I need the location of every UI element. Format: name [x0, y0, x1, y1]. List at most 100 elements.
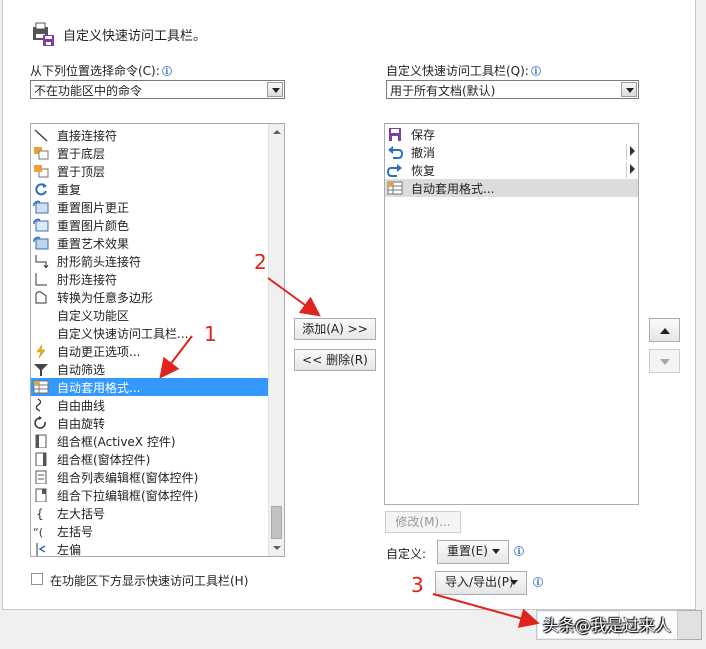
left-brace-icon: { — [36, 507, 44, 520]
qat-list-item[interactable]: 保存 — [385, 125, 638, 143]
combobox-icon — [35, 434, 47, 448]
commands-list-item[interactable]: {左大括号 — [31, 504, 268, 522]
commands-list-item[interactable]: 自定义快速访问工具栏... — [31, 324, 268, 342]
freeform-icon — [35, 291, 47, 304]
commands-scrollbar[interactable] — [268, 124, 284, 556]
commands-list-item-label: 重置图片更正 — [57, 201, 130, 215]
commands-list-item[interactable]: 置于顶层 — [31, 162, 268, 180]
remove-button[interactable]: << 删除(R) — [294, 349, 376, 371]
autoformat-icon — [33, 380, 49, 394]
commands-list-item[interactable]: 转换为任意多边形 — [31, 288, 268, 306]
combo-list-icon — [35, 470, 47, 484]
reset-color-icon — [33, 218, 49, 232]
commands-list-item[interactable]: 置于底层 — [31, 144, 268, 162]
commands-list-item[interactable]: 自定义功能区 — [31, 306, 268, 324]
svg-text:{: { — [36, 507, 44, 520]
info-icon: i — [514, 546, 524, 556]
commands-list-item[interactable]: 直接连接符 — [31, 126, 268, 144]
commands-list-item[interactable]: 自由曲线 — [31, 396, 268, 414]
commands-list-item-label: 自动筛选 — [57, 363, 106, 377]
customize-qat-combo[interactable]: 用于所有文档(默认) — [386, 80, 639, 99]
reset-effect-icon — [33, 236, 49, 250]
add-button[interactable]: 添加(A) >> — [294, 318, 376, 340]
commands-list-item[interactable]: 重置图片颜色 — [31, 216, 268, 234]
qat-list-item-label: 撤消 — [411, 146, 436, 160]
save-icon — [389, 128, 401, 141]
choose-commands-value: 不在功能区中的命令 — [34, 84, 143, 98]
info-icon: i — [161, 66, 172, 76]
commands-list-item[interactable]: “(左括号 — [31, 522, 268, 540]
move-down-button[interactable] — [649, 349, 680, 373]
commands-list[interactable]: 左偏 “(左括号 {左大括号 组合下拉编辑框(窗体控件) 组合列表编辑框(窗体控件) 组合… — [30, 123, 285, 557]
commands-list-item[interactable]: 组合框(ActiveX 控件) — [31, 432, 268, 450]
commands-list-item-label: 自定义功能区 — [57, 309, 130, 323]
modify-button[interactable]: 修改(M)... — [385, 511, 461, 533]
commands-list-item[interactable]: 组合下拉编辑框(窗体控件) — [31, 486, 268, 504]
commands-list-item-label: 自动套用格式... — [57, 381, 141, 395]
commands-list-item[interactable]: 自动套用格式... — [31, 378, 268, 396]
import-export-button[interactable]: 导入/导出(P) — [435, 571, 527, 595]
customize-label: 自定义: — [386, 547, 427, 561]
commands-list-item[interactable]: 自动筛选 — [31, 360, 268, 378]
commands-list-item-label: 重复 — [57, 183, 82, 197]
commands-list-item-label: 组合列表编辑框(窗体控件) — [57, 471, 199, 485]
commands-list-item-label: 重置艺术效果 — [57, 237, 130, 251]
annotation-1: 1 — [204, 322, 217, 346]
send-to-back-icon — [34, 147, 49, 160]
lightning-icon — [36, 344, 46, 358]
commands-list-item[interactable]: 肘形箭头连接符 — [31, 252, 268, 270]
rotate-icon — [34, 416, 46, 429]
commands-list-item[interactable]: 重置图片更正 — [31, 198, 268, 216]
commands-list-item[interactable]: 重置艺术效果 — [31, 234, 268, 252]
scroll-thumb[interactable] — [271, 506, 282, 539]
chevron-down-icon[interactable] — [621, 82, 637, 97]
info-icon: i — [530, 66, 541, 76]
qat-list-item[interactable]: 恢复 — [385, 161, 638, 179]
qat-list-item[interactable]: 撤消 — [385, 143, 638, 161]
chevron-down-icon — [492, 549, 500, 554]
commands-list-item-label: 组合框(窗体控件) — [57, 453, 151, 467]
info-icon: i — [533, 577, 543, 587]
commands-list-item-label: 肘形连接符 — [57, 273, 118, 287]
annotation-2: 2 — [254, 250, 267, 274]
commands-list-item-label: 置于顶层 — [57, 165, 106, 179]
commands-list-item[interactable]: 自由旋转 — [31, 414, 268, 432]
filter-icon — [34, 364, 48, 376]
commands-list-item[interactable]: 组合框(窗体控件) — [31, 450, 268, 468]
qat-list[interactable]: 保存撤消 恢复 自动套用格式... — [384, 123, 639, 505]
elbow-connector-icon — [35, 273, 47, 286]
combobox-form-icon — [35, 452, 47, 466]
submenu-divider — [626, 162, 627, 178]
reset-label: 重置(E) — [447, 544, 488, 558]
scroll-down-icon[interactable] — [269, 540, 284, 556]
commands-list-item[interactable]: 重复 — [31, 180, 268, 198]
commands-list-item[interactable]: 肘形连接符 — [31, 270, 268, 288]
commands-list-item-label: 组合下拉编辑框(窗体控件) — [57, 489, 199, 503]
choose-commands-combo[interactable]: 不在功能区中的命令 — [30, 80, 285, 99]
quick-access-toolbar-icon — [33, 22, 54, 46]
combo-dropdown-icon — [35, 488, 47, 502]
choose-commands-label: 从下列位置选择命令(C): i — [30, 62, 172, 79]
line-icon — [34, 129, 48, 142]
commands-list-item-label: 肘形箭头连接符 — [57, 255, 142, 269]
chevron-down-icon[interactable] — [267, 82, 283, 97]
commands-list-item[interactable]: 组合列表编辑框(窗体控件) — [31, 468, 268, 486]
reset-button[interactable]: 重置(E) — [437, 540, 509, 564]
commands-list-item-label: 重置图片颜色 — [57, 219, 130, 233]
redo-icon — [387, 164, 402, 177]
commands-list-item[interactable]: 自动更正选项... — [31, 342, 268, 360]
show-below-ribbon-checkbox[interactable] — [31, 573, 43, 585]
customize-qat-value: 用于所有文档(默认) — [390, 84, 496, 98]
dialog-title: 自定义快速访问工具栏。 — [63, 29, 207, 44]
repeat-icon — [35, 183, 47, 196]
chevron-down-icon — [510, 580, 518, 585]
qat-list-item[interactable]: 自动套用格式... — [385, 179, 638, 197]
left-paren-icon: “( — [33, 526, 43, 538]
chevron-right-icon[interactable] — [630, 164, 635, 174]
chevron-right-icon[interactable] — [630, 146, 635, 156]
elbow-arrow-icon — [35, 255, 49, 268]
commands-list-item-label: 自动更正选项... — [57, 345, 141, 359]
scroll-up-icon[interactable] — [269, 124, 284, 140]
move-up-button[interactable] — [649, 318, 680, 342]
commands-list-item[interactable]: 左偏 — [31, 540, 268, 556]
